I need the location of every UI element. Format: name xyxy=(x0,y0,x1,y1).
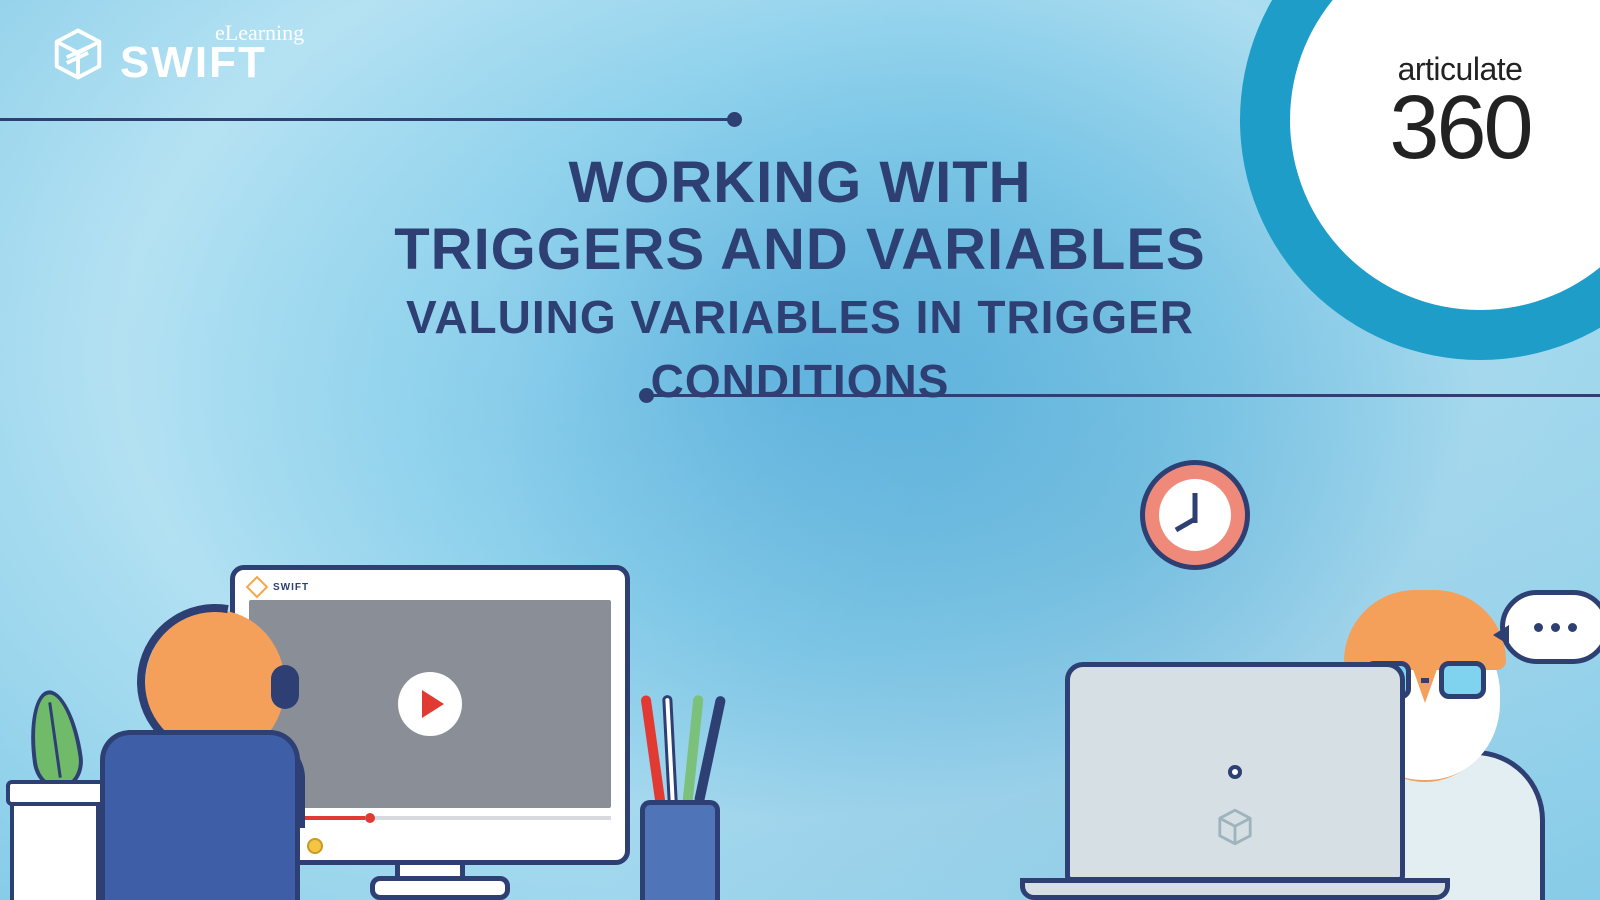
headphone-cup-icon xyxy=(271,665,299,709)
speech-bubble-icon xyxy=(1500,590,1600,664)
mini-logo-text: SWIFT xyxy=(273,582,309,593)
dot-icon xyxy=(1551,623,1560,632)
pen-red-icon xyxy=(640,695,665,805)
brand-name: SWIFT xyxy=(120,38,304,88)
monitor-stand xyxy=(395,860,465,900)
mini-logo-icon xyxy=(246,576,269,599)
pen-white-icon xyxy=(662,695,678,805)
laptop-logo-icon xyxy=(1215,807,1255,847)
pen-holder-icon xyxy=(640,800,720,900)
clock-icon xyxy=(1140,460,1250,570)
title-line-2: TRIGGERS AND VARIABLES xyxy=(180,217,1420,284)
chair-icon xyxy=(100,730,300,900)
dot-icon xyxy=(1568,623,1577,632)
title-block: WORKING WITH TRIGGERS AND VARIABLES VALU… xyxy=(0,150,1600,410)
laptop xyxy=(1020,650,1450,900)
laptop-base xyxy=(1020,878,1450,900)
smile-icon xyxy=(307,838,323,854)
play-button-icon xyxy=(398,672,462,736)
subtitle-line-2: CONDITIONS xyxy=(180,353,1420,411)
plant-pot-icon xyxy=(10,790,100,900)
play-triangle-icon xyxy=(422,690,444,718)
clock-face-icon xyxy=(1159,479,1231,551)
title-line-1: WORKING WITH xyxy=(180,150,1420,217)
swift-logo: eLearning SWIFT xyxy=(50,20,304,88)
laptop-screen xyxy=(1065,662,1405,882)
illustration-right xyxy=(980,460,1600,900)
swift-cube-icon xyxy=(50,26,106,82)
divider-left xyxy=(0,118,735,121)
subtitle-line-1: VALUING VARIABLES IN TRIGGER xyxy=(180,289,1420,347)
illustration-left: SWIFT 👍 ❤ xyxy=(0,500,740,900)
plant-leaf-icon xyxy=(23,687,86,793)
dot-icon xyxy=(1534,623,1543,632)
monitor-header: SWIFT xyxy=(249,578,611,596)
laptop-camera-icon xyxy=(1228,765,1242,779)
